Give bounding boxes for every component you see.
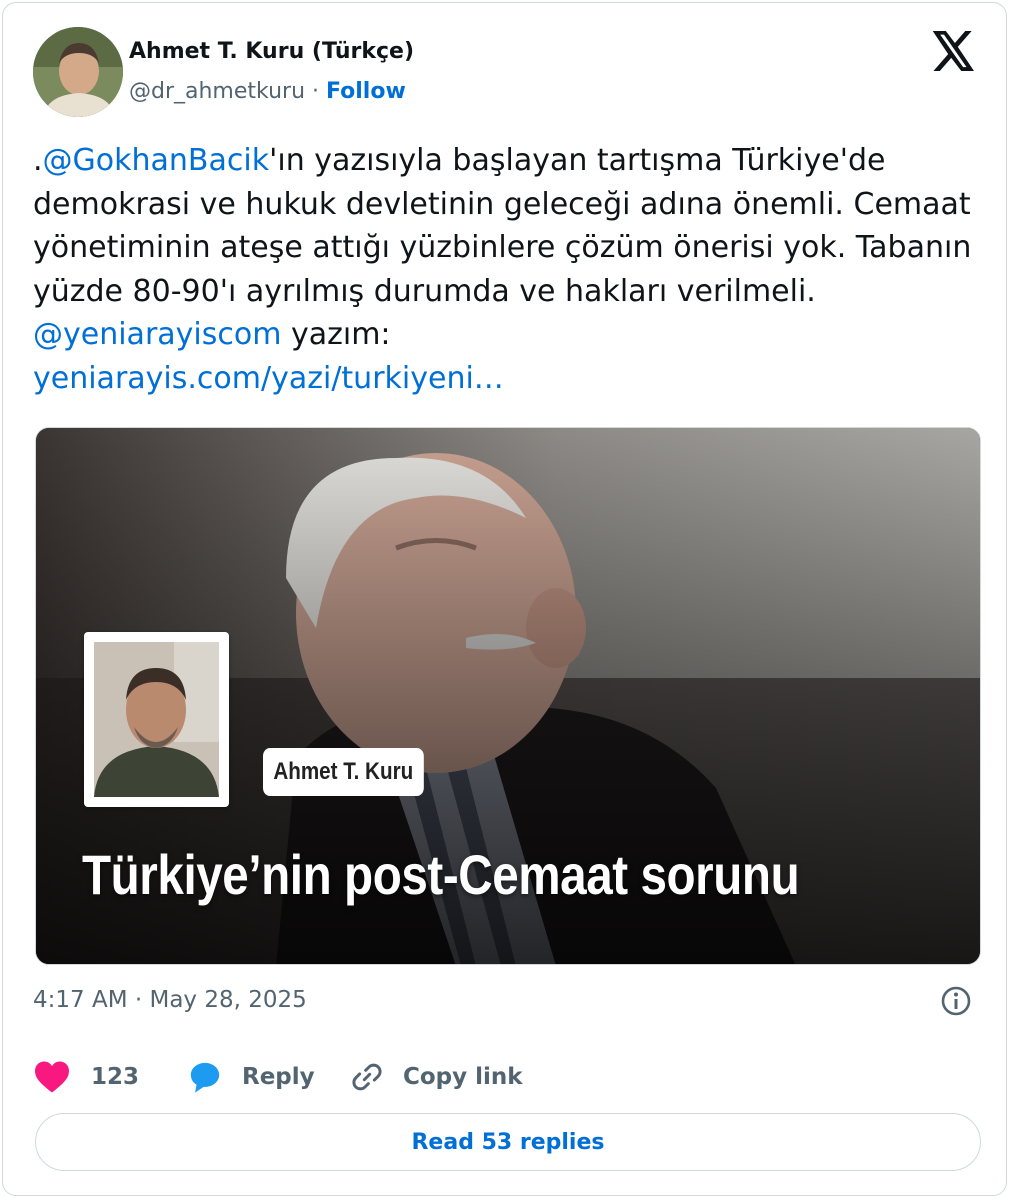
link-icon [352, 1063, 382, 1091]
mention-yeniarayiscom[interactable]: @yeniarayiscom [33, 317, 281, 352]
tweet-prefix: . [33, 143, 43, 178]
action-bar: 123 Reply Copy link [33, 1055, 978, 1099]
separator: · [305, 79, 327, 104]
author-name-badge: Ahmet T. Kuru [263, 748, 424, 796]
mention-gokhanbacik[interactable]: @GokhanBacik [43, 143, 270, 178]
like-button[interactable]: 123 [33, 1055, 139, 1099]
article-link[interactable]: yeniarayis.com/yazi/turkiyeni… [33, 361, 504, 396]
tweet-text: .@GokhanBacik'ın yazısıyla başlayan tart… [33, 139, 978, 400]
author-display-name[interactable]: Ahmet T. Kuru (Türkçe) [129, 39, 414, 64]
read-replies-button[interactable]: Read 53 replies [35, 1113, 981, 1171]
reply-bubble-icon [190, 1062, 220, 1093]
read-replies-label: Read 53 replies [411, 1129, 605, 1155]
timestamp[interactable]: 4:17 AM · May 28, 2025 [33, 987, 307, 1013]
media-headline: Türkiye’nin post-Cemaat sorunu [82, 843, 800, 906]
copy-link-label: Copy link [403, 1064, 523, 1090]
copy-link-button[interactable]: Copy link [351, 1055, 523, 1099]
author-photo-frame [84, 632, 229, 807]
x-logo-icon[interactable] [932, 31, 976, 71]
reply-label: Reply [242, 1064, 315, 1090]
author-photo [94, 642, 219, 797]
info-icon[interactable] [940, 985, 972, 1017]
reply-button[interactable]: Reply [188, 1055, 315, 1099]
avatar[interactable] [33, 27, 123, 117]
tweet-card: Ahmet T. Kuru (Türkçe) @dr_ahmetkuru · F… [2, 2, 1007, 1196]
tweet-text-suffix: yazım: [281, 317, 391, 352]
author-handle[interactable]: @dr_ahmetkuru [129, 79, 305, 104]
follow-button[interactable]: Follow [326, 79, 406, 104]
like-count: 123 [91, 1064, 140, 1090]
heart-icon [35, 1061, 69, 1093]
handle-row: @dr_ahmetkuru · Follow [129, 79, 406, 104]
media-image[interactable]: Ahmet T. Kuru Türkiye’nin post-Cemaat so… [35, 427, 981, 965]
